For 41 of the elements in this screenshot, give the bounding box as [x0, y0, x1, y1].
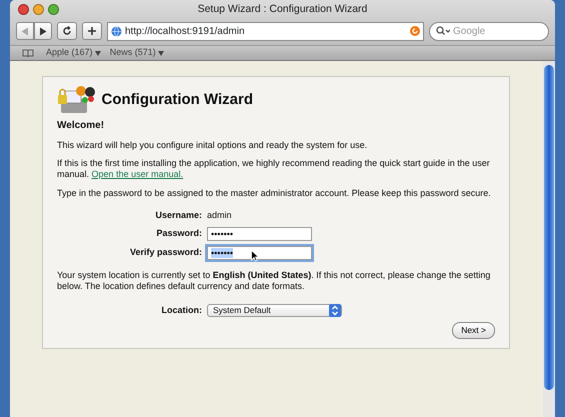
- location-select[interactable]: System Default: [207, 304, 342, 318]
- field-label: Verify password:: [128, 246, 202, 260]
- zoom-button[interactable]: [48, 4, 59, 15]
- forward-arrow-icon: [39, 26, 47, 36]
- password-instructions: Type in the password to be assigned to the master administrator account. Please keep this password secure.: [57, 188, 492, 199]
- back-arrow-icon: [21, 26, 29, 36]
- reload-button[interactable]: [57, 22, 77, 40]
- intro-text: This wizard will help you configure inital options and ready the system for use.: [57, 140, 368, 150]
- globe-icon: [111, 26, 122, 36]
- wizard-heading: Configuration Wizard: [102, 91, 254, 109]
- bookmark-menu[interactable]: News (571): [110, 46, 156, 60]
- address-field[interactable]: http://localhost:9191/admin: [107, 22, 424, 40]
- password-field[interactable]: •••••••: [207, 246, 312, 260]
- user-manual-link[interactable]: Open the user manual.: [92, 169, 184, 180]
- add-bookmark-button[interactable]: [82, 22, 102, 40]
- field-label: Password:: [155, 227, 202, 240]
- scrollbar-thumb[interactable]: [544, 65, 554, 390]
- password-field[interactable]: •••••••: [207, 227, 312, 242]
- bookmark-menu[interactable]: Apple (167): [46, 46, 93, 60]
- caret-icon: [94, 50, 101, 56]
- caret-icon: [158, 50, 164, 56]
- book-icon[interactable]: [22, 48, 34, 58]
- search-icon[interactable]: [436, 26, 450, 36]
- location-label: Location:: [160, 304, 202, 317]
- plus-icon: [87, 26, 97, 36]
- forward-button[interactable]: [34, 22, 52, 40]
- reload-icon[interactable]: [410, 26, 420, 36]
- search-placeholder: Google: [453, 24, 486, 38]
- next-button[interactable]: Next >: [452, 322, 495, 340]
- mouse-pointer-icon: [251, 250, 259, 262]
- stepper-icon: [329, 304, 341, 318]
- close-button[interactable]: [18, 4, 29, 15]
- username-value: admin: [207, 208, 232, 222]
- reload-icon: [62, 26, 72, 36]
- window-title: Setup Wizard : Configuration Wizard: [198, 2, 368, 17]
- minimize-button[interactable]: [33, 4, 44, 15]
- printer-people-icon: [57, 85, 97, 115]
- welcome-heading: Welcome!: [57, 120, 106, 132]
- location-text: Your system location is currently set to English (United States). If this not correct, please change the setting below. The location defines default currency and date formats.: [57, 270, 492, 292]
- field-label: Username:: [154, 208, 202, 222]
- manual-text: If this is the first time installing the application, we highly recommend reading the quick start guide in the user manual. Open the user manual.: [57, 158, 491, 180]
